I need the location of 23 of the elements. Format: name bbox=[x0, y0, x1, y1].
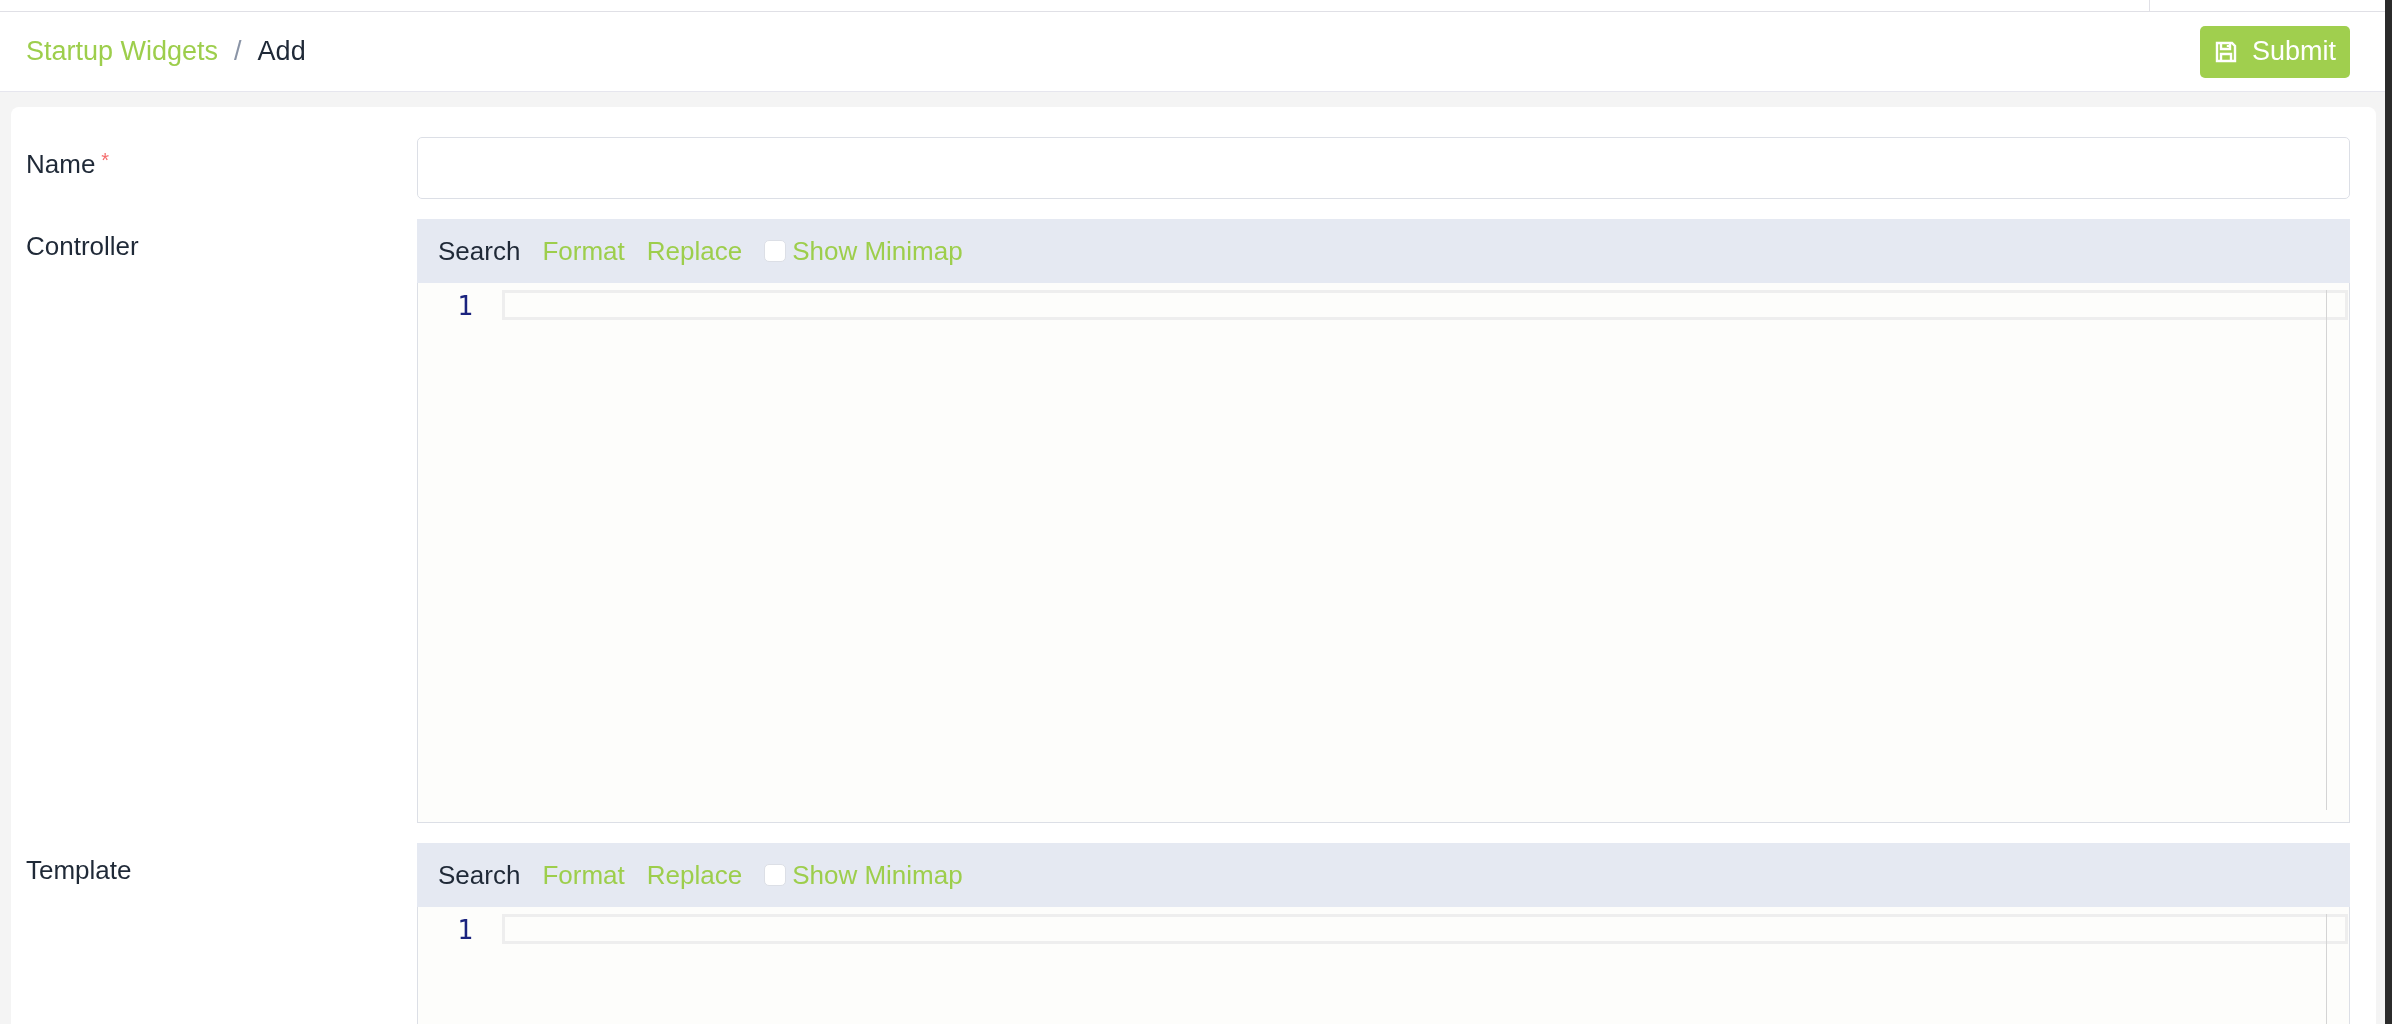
field-label: Name bbox=[26, 148, 96, 181]
submit-button[interactable]: Submit bbox=[2199, 25, 2350, 78]
breadcrumb-separator: / bbox=[234, 35, 242, 69]
line-number: 1 bbox=[457, 290, 473, 322]
minimap-label: Show Minimap bbox=[792, 858, 963, 892]
required-asterisk: * bbox=[101, 148, 110, 173]
toolbar-link[interactable]: Format bbox=[542, 855, 625, 895]
field-label: Template bbox=[26, 854, 132, 887]
minimap-label: Show Minimap bbox=[792, 234, 963, 268]
toolbar-link[interactable]: Replace bbox=[646, 231, 743, 271]
line-number: 1 bbox=[457, 914, 473, 946]
minimap-checkbox[interactable] bbox=[764, 240, 787, 262]
toolbar-link[interactable]: Format bbox=[542, 231, 625, 271]
name-input[interactable] bbox=[417, 137, 2350, 199]
code-editor[interactable]: 1 bbox=[417, 283, 2350, 823]
field-label: Controller bbox=[26, 230, 139, 263]
code-editor[interactable]: 1 bbox=[417, 907, 2350, 1024]
toolbar-link[interactable]: Replace bbox=[646, 855, 743, 895]
breadcrumb-current: Add bbox=[257, 35, 306, 69]
minimap-checkbox[interactable] bbox=[764, 864, 787, 886]
toolbar-button[interactable]: Search bbox=[438, 231, 521, 271]
toolbar-button[interactable]: Search bbox=[438, 855, 521, 895]
breadcrumb-link[interactable]: Startup Widgets bbox=[26, 31, 219, 72]
